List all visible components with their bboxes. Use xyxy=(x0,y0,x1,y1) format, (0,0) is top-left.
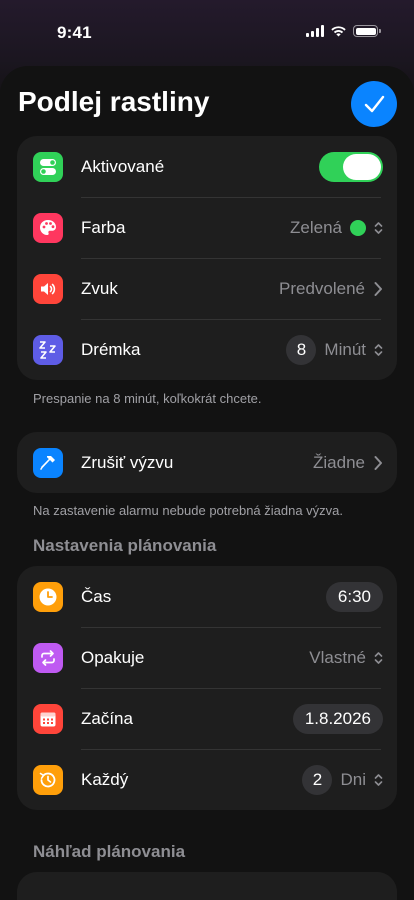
clock-icon xyxy=(33,581,63,612)
preview-card xyxy=(17,872,397,900)
snooze-footnote: Prespanie na 8 minút, koľkokrát chcete. xyxy=(33,391,262,406)
every-label: Každý xyxy=(81,769,129,789)
hammer-icon xyxy=(33,447,63,478)
chevron-right-icon xyxy=(374,455,382,470)
time-label: Čas xyxy=(81,586,112,606)
sound-value: Predvolené xyxy=(278,278,365,298)
challenge-footnote: Na zastavenie alarmu nebude potrebná žia… xyxy=(33,503,344,518)
color-label: Farba xyxy=(81,217,126,237)
chevron-right-icon xyxy=(374,281,382,296)
status-bar: 9:41 xyxy=(0,0,414,62)
time-value[interactable]: 6:30 xyxy=(325,581,383,612)
checkmark-icon xyxy=(364,95,385,113)
row-repeat[interactable]: Opakuje Vlastné xyxy=(17,627,397,688)
row-challenge[interactable]: Zrušiť výzvu Žiadne xyxy=(17,432,397,493)
row-sound[interactable]: Zvuk Predvolené xyxy=(17,258,397,319)
schedule-section-header: Nastavenia plánovania xyxy=(33,536,217,555)
wifi-icon xyxy=(331,26,346,37)
every-unit[interactable]: Dni xyxy=(340,770,366,790)
row-color[interactable]: Farba Zelená xyxy=(17,197,397,258)
row-every: Každý 2 Dni xyxy=(17,749,397,810)
enabled-toggle[interactable] xyxy=(319,151,383,182)
challenge-group: Zrušiť výzvu Žiadne xyxy=(17,432,397,493)
color-swatch xyxy=(350,219,366,236)
row-time: Čas 6:30 xyxy=(17,566,397,627)
every-number[interactable]: 2 xyxy=(302,764,333,795)
row-snooze: Drémka 8 Minút xyxy=(17,319,397,380)
history-icon xyxy=(33,764,63,795)
speaker-icon xyxy=(33,273,63,304)
repeat-icon xyxy=(33,642,63,673)
status-icons xyxy=(306,25,381,37)
chevron-up-down-icon xyxy=(374,773,383,786)
toggle-icon xyxy=(33,151,63,182)
snooze-icon xyxy=(33,334,63,365)
chevron-up-down-icon xyxy=(374,343,383,356)
screen: 9:41 Podlej rastliny Aktivované Farba Ze… xyxy=(0,0,414,900)
snooze-unit[interactable]: Minút xyxy=(324,340,366,360)
color-value: Zelená xyxy=(290,217,342,237)
start-date-value[interactable]: 1.8.2026 xyxy=(292,703,383,734)
done-button[interactable] xyxy=(351,81,397,127)
repeat-value: Vlastné xyxy=(309,647,366,667)
row-enabled: Aktivované xyxy=(17,136,397,197)
schedule-settings-group: Čas 6:30 Opakuje Vlastné Začína 1.8.2026… xyxy=(17,566,397,810)
preview-section-header: Náhľad plánovania xyxy=(33,842,186,861)
chevron-up-down-icon xyxy=(374,651,383,664)
repeat-label: Opakuje xyxy=(81,647,145,667)
challenge-label: Zrušiť výzvu xyxy=(81,452,174,472)
cellular-signal-icon xyxy=(306,25,324,37)
calendar-icon xyxy=(33,703,63,734)
alarm-settings-group: Aktivované Farba Zelená Zvuk Predvolené … xyxy=(17,136,397,380)
sound-label: Zvuk xyxy=(81,278,118,298)
challenge-value: Žiadne xyxy=(313,452,365,472)
status-time: 9:41 xyxy=(57,23,92,42)
snooze-label: Drémka xyxy=(81,339,141,359)
start-date-label: Začína xyxy=(81,708,133,728)
snooze-number[interactable]: 8 xyxy=(286,334,317,365)
chevron-up-down-icon xyxy=(374,221,383,234)
palette-icon xyxy=(33,212,63,243)
page-title: Podlej rastliny xyxy=(18,86,210,117)
enabled-label: Aktivované xyxy=(81,156,165,176)
battery-icon xyxy=(353,25,381,37)
alarm-editor-sheet: Podlej rastliny Aktivované Farba Zelená … xyxy=(0,66,414,900)
row-start-date: Začína 1.8.2026 xyxy=(17,688,397,749)
